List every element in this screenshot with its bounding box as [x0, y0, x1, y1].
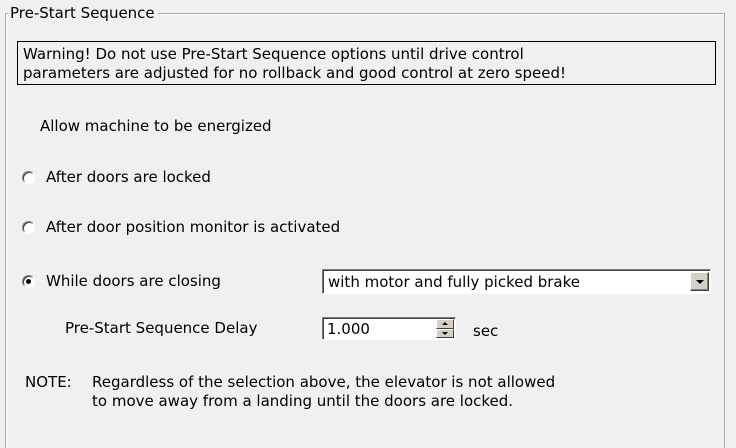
- delay-input[interactable]: 1.000: [323, 320, 436, 338]
- radio-label[interactable]: While doors are closing: [46, 271, 221, 291]
- arrow-up-icon: [442, 322, 448, 326]
- spin-down-button[interactable]: [436, 328, 454, 338]
- warning-line-1: Warning! Do not use Pre-Start Sequence o…: [23, 45, 524, 63]
- note-text: Regardless of the selection above, the e…: [92, 373, 555, 411]
- radio-label[interactable]: After door position monitor is activated: [46, 217, 340, 237]
- closing-mode-selected-value[interactable]: with motor and fully picked brake: [323, 272, 690, 292]
- arrow-down-icon: [442, 331, 448, 335]
- radio-button-icon[interactable]: [22, 220, 35, 234]
- radio-label[interactable]: After doors are locked: [46, 167, 211, 187]
- allow-energize-label: Allow machine to be energized: [40, 117, 272, 135]
- delay-label: Pre-Start Sequence Delay: [65, 319, 258, 337]
- warning-line-2: parameters are adjusted for no rollback …: [23, 63, 566, 82]
- group-title: Pre-Start Sequence: [8, 3, 158, 23]
- radio-while-doors-closing[interactable]: While doors are closing: [22, 271, 221, 291]
- radio-button-selected-icon[interactable]: [22, 274, 35, 288]
- delay-unit: sec: [473, 322, 499, 340]
- radio-after-doors-locked[interactable]: After doors are locked: [22, 167, 211, 187]
- spin-up-button[interactable]: [436, 319, 454, 329]
- note-line-2: to move away from a landing until the do…: [92, 392, 514, 410]
- note-label: NOTE:: [25, 373, 72, 391]
- spin-buttons: [436, 319, 454, 338]
- radio-button-icon[interactable]: [22, 170, 35, 184]
- note-line-1: Regardless of the selection above, the e…: [92, 373, 556, 391]
- closing-mode-dropdown[interactable]: with motor and fully picked brake: [322, 269, 711, 294]
- warning-box: Warning! Do not use Pre-Start Sequence o…: [17, 41, 716, 85]
- delay-spinbox[interactable]: 1.000: [322, 317, 456, 340]
- chevron-down-icon: [695, 279, 704, 284]
- radio-after-door-position-monitor[interactable]: After door position monitor is activated: [22, 217, 340, 237]
- dropdown-arrow-button[interactable]: [690, 272, 709, 291]
